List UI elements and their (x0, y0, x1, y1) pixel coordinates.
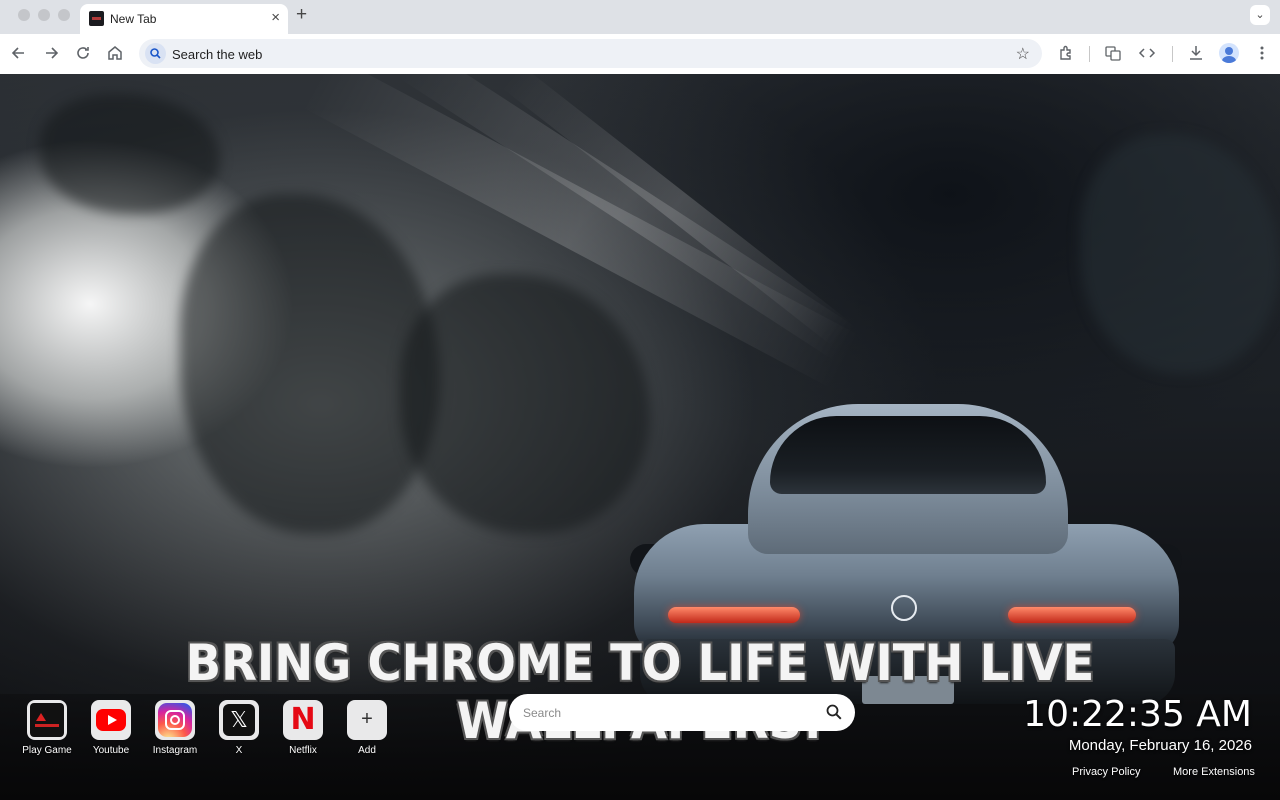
new-tab-page: BRING CHROME TO LIFE WITH LIVE WALLPAPER… (0, 74, 1280, 800)
forward-icon[interactable] (40, 42, 62, 64)
shortcut-instagram[interactable]: Instagram (145, 700, 205, 756)
star-icon[interactable]: ☆ (1016, 44, 1030, 64)
clock-date: Monday, February 16, 2026 (1068, 737, 1252, 754)
tab-new-tab[interactable]: New Tab × (80, 4, 288, 34)
shortcut-label: Youtube (92, 745, 130, 756)
profile-icon[interactable] (1219, 43, 1239, 63)
netflix-icon: N (290, 702, 316, 737)
toolbar-divider (1172, 46, 1173, 62)
zoom-window-button[interactable] (58, 9, 70, 21)
shortcut-youtube[interactable]: Youtube (81, 700, 141, 756)
back-icon[interactable] (8, 42, 30, 64)
address-bar[interactable]: Search the web ☆ (139, 39, 1042, 68)
devtools-icon[interactable] (1136, 42, 1158, 64)
shortcut-label: Netflix (289, 745, 317, 756)
browser-toolbar: Search the web ☆ (0, 34, 1280, 74)
download-icon[interactable] (1185, 42, 1207, 64)
shortcut-play-game[interactable]: Play Game (17, 700, 77, 756)
tree-silhouette (40, 94, 220, 214)
more-extensions-link[interactable]: More Extensions (1173, 766, 1255, 778)
search-icon (145, 43, 166, 64)
car-taillight (1008, 607, 1136, 623)
game-logo-icon (30, 703, 64, 737)
address-bar-text[interactable]: Search the web (172, 47, 262, 62)
shortcut-label: Instagram (152, 745, 198, 756)
tab-search-button[interactable]: ⌄ (1250, 5, 1270, 25)
clock-time: 10:22:35 AM (1023, 694, 1252, 735)
shortcut-label: Add (358, 745, 376, 756)
home-icon[interactable] (104, 42, 126, 64)
search-icon[interactable] (825, 703, 843, 721)
instagram-icon (158, 703, 192, 737)
translate-icon[interactable] (1102, 42, 1124, 64)
x-icon: 𝕏 (223, 704, 255, 736)
extensions-icon[interactable] (1055, 42, 1077, 64)
menu-icon[interactable] (1251, 42, 1273, 64)
tab-favicon-icon (89, 11, 104, 26)
tree-silhouette (1080, 134, 1280, 374)
shortcut-x[interactable]: 𝕏 X (209, 700, 269, 756)
minimize-window-button[interactable] (38, 9, 50, 21)
car-taillight (668, 607, 800, 623)
tree-silhouette (400, 274, 650, 534)
tab-close-icon[interactable]: × (271, 10, 280, 26)
shortcut-label: X (235, 745, 243, 756)
shortcut-label: Play Game (22, 745, 72, 756)
shortcut-netflix[interactable]: N Netflix (273, 700, 333, 756)
youtube-icon (96, 709, 126, 731)
tab-strip: New Tab × + ⌄ (0, 0, 1280, 34)
search-input[interactable] (523, 703, 813, 723)
tab-title: New Tab (110, 12, 157, 26)
car-rear-window (770, 416, 1046, 494)
car-emblem-icon (891, 595, 917, 621)
toolbar-divider (1089, 46, 1090, 62)
privacy-policy-link[interactable]: Privacy Policy (1072, 766, 1140, 778)
close-window-button[interactable] (18, 9, 30, 21)
new-tab-button[interactable]: + (296, 4, 307, 26)
reload-icon[interactable] (72, 42, 94, 64)
shortcut-add[interactable]: + Add (337, 700, 397, 756)
search-box[interactable] (509, 694, 855, 731)
plus-icon: + (361, 708, 373, 730)
